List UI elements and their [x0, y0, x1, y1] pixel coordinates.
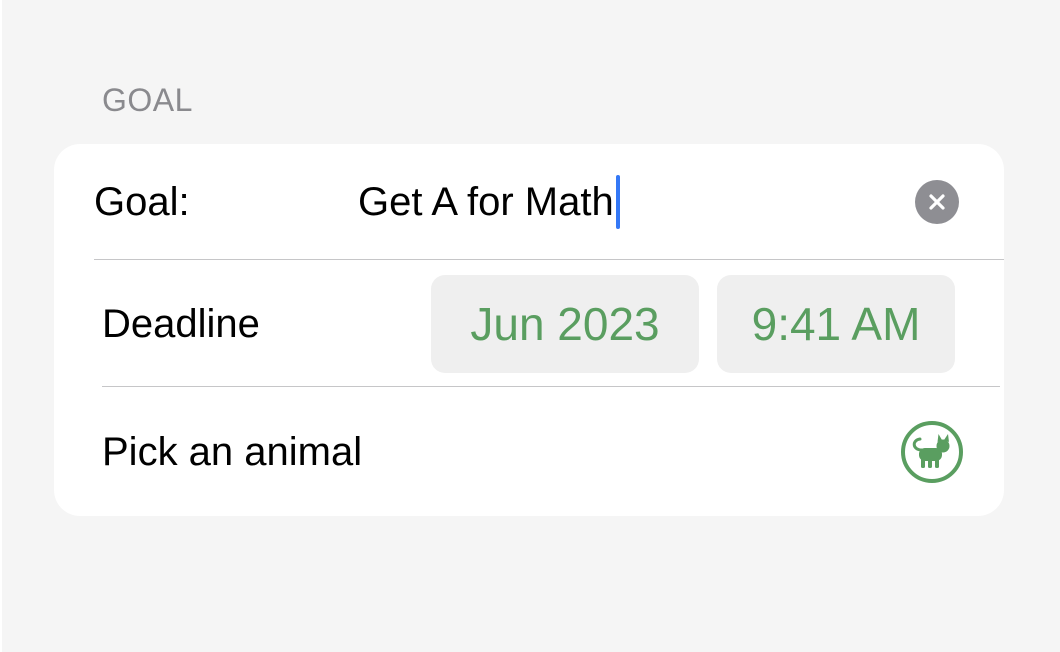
form-card: Goal: Get A for Math Deadline Jun 2023 9… [54, 144, 1004, 516]
goal-input-value[interactable]: Get A for Math [358, 180, 614, 225]
deadline-label: Deadline [102, 302, 260, 346]
goal-row: Goal: Get A for Math [54, 144, 1004, 260]
clear-text-button[interactable] [915, 180, 959, 224]
row-divider [102, 386, 1000, 387]
text-caret [615, 175, 620, 229]
section-header: GOAL [102, 82, 193, 118]
cat-circle-icon [901, 421, 963, 483]
date-picker-button[interactable]: Jun 2023 [431, 275, 699, 373]
deadline-row: Deadline Jun 2023 9:41 AM [54, 260, 1004, 388]
animal-row[interactable]: Pick an animal [54, 388, 1004, 516]
goal-text-field[interactable]: Get A for Math [358, 174, 620, 230]
window-edge [0, 0, 2, 652]
animal-label: Pick an animal [102, 430, 363, 474]
goal-label: Goal: [94, 180, 190, 224]
animal-picker-button[interactable] [900, 420, 964, 484]
xmark-icon [929, 194, 945, 210]
time-picker-button[interactable]: 9:41 AM [717, 275, 955, 373]
